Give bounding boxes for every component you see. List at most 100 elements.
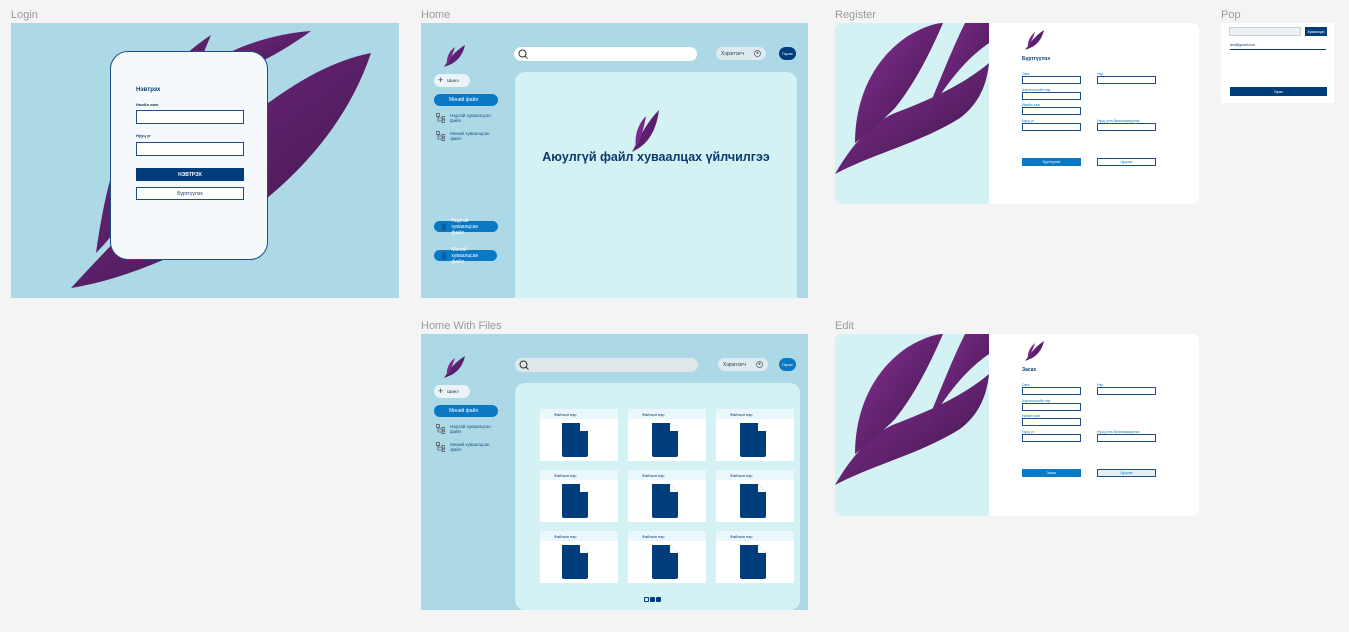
user-button[interactable]: Хэрэглэгч <box>718 358 768 371</box>
login-button[interactable]: НЭВТРЭХ <box>136 168 244 181</box>
logout-button[interactable]: Гарах <box>779 47 796 60</box>
password-input[interactable] <box>1022 123 1081 131</box>
submit-button[interactable]: Засах <box>1022 469 1081 477</box>
new-button[interactable]: + Шинэ <box>434 385 470 398</box>
confirm-password-input[interactable] <box>1097 434 1156 442</box>
sidebar-item-my-shared[interactable]: Миний хуваалцсан файл <box>436 131 498 142</box>
file-card[interactable]: Файлын нэр <box>716 470 794 522</box>
file-name: Файлын нэр <box>540 409 618 419</box>
sidebar-item-label: Миний хуваалцсан файл <box>450 131 490 142</box>
document-icon <box>562 545 588 579</box>
document-icon <box>652 423 678 457</box>
file-card[interactable]: Файлын нэр <box>540 409 618 461</box>
document-icon <box>652 545 678 579</box>
logo-icon <box>1025 341 1044 361</box>
document-icon <box>740 423 766 457</box>
tree-icon <box>436 131 446 141</box>
sidebar-item-my-shared[interactable]: Миний хуваалцсан файл <box>436 442 498 453</box>
register-button[interactable]: Бүртгүүлэх <box>136 187 244 200</box>
sidebar-item-shared-with-me[interactable]: Надтай хуваалцсан файл <box>436 113 498 124</box>
new-button-label: Шинэ <box>447 389 459 394</box>
file-card[interactable]: Файлын нэр <box>716 531 794 583</box>
sidebar-item-shared-with-me[interactable]: Надтай хуваалцсан файл <box>436 424 498 435</box>
file-grid: Файлын нэр Файлын нэр Файлын нэр Файлын … <box>515 383 800 610</box>
plus-icon: + <box>438 75 444 85</box>
sidebar-bottom-shared-with-me[interactable]: Надтай хуваалцсан файл <box>434 218 498 236</box>
sidebar-item-label: Миний файл <box>449 408 479 414</box>
new-button-label: Шинэ <box>447 78 459 83</box>
pagination <box>644 597 661 602</box>
submit-button[interactable]: Бүртгүүлэх <box>1022 158 1081 166</box>
file-card[interactable]: Файлын нэр <box>540 470 618 522</box>
file-name: Файлын нэр <box>628 470 706 480</box>
file-name: Файлын нэр <box>628 531 706 541</box>
sidebar-item-my-files[interactable]: Миний файл <box>434 94 498 106</box>
username-label: Имэйл хаяг <box>136 102 159 107</box>
user-button[interactable]: Хэрэглэгч <box>716 47 766 60</box>
main-content: Аюулгүй файл хуваалцах үйлчилгээ <box>515 72 797 298</box>
file-card[interactable]: Файлын нэр <box>716 409 794 461</box>
lastname-input[interactable] <box>1022 76 1081 84</box>
feather-panel <box>835 23 989 204</box>
password-label: Нууц үг <box>136 133 151 138</box>
feather-background-icon <box>835 334 989 485</box>
login-frame: Нэвтрэх Имэйл хаяг Нууц үг НЭВТРЭХ Бүртг… <box>11 23 399 298</box>
divider <box>1230 49 1326 50</box>
username-input[interactable] <box>1022 92 1081 100</box>
email-input[interactable] <box>1022 418 1081 426</box>
file-card[interactable]: Файлын нэр <box>540 531 618 583</box>
username-input[interactable] <box>136 110 244 124</box>
file-card[interactable]: Файлын нэр <box>628 470 706 522</box>
file-name: Файлын нэр <box>716 531 794 541</box>
page-dot[interactable] <box>644 597 649 602</box>
sidebar-bottom-my-shared[interactable]: Миний хуваалцсан файл <box>434 247 497 265</box>
user-button-label: Хэрэглэгч <box>723 361 746 368</box>
share-button[interactable]: Хуваалцах <box>1305 27 1327 36</box>
confirm-password-input[interactable] <box>1097 123 1156 131</box>
headline: Аюулгүй файл хуваалцах үйлчилгээ <box>542 150 770 164</box>
page-dot[interactable] <box>656 597 661 602</box>
search-input[interactable] <box>514 47 697 61</box>
document-icon <box>740 484 766 518</box>
new-button[interactable]: + Шинэ <box>434 74 470 87</box>
file-name: Файлын нэр <box>628 409 706 419</box>
home-frame: Хэрэглэгч Гарах + Шинэ Миний файл Надтай… <box>421 23 808 298</box>
register-title: Бүртгүүлэх <box>1022 56 1051 62</box>
home-files-frame: Хэрэглэгч Гарах + Шинэ Миний файл Надтай… <box>421 334 808 610</box>
tree-icon <box>441 223 447 230</box>
document-icon <box>562 423 588 457</box>
frame-label-pop: Pop <box>1221 9 1241 21</box>
sidebar-item-label: Надтай хуваалцсан файл <box>449 424 491 435</box>
cancel-button[interactable]: Цуцлах <box>1097 158 1156 166</box>
tree-icon <box>436 442 446 452</box>
sidebar-item-label: Надтай хуваалцсан файл <box>451 217 479 236</box>
file-name: Файлын нэр <box>716 409 794 419</box>
shared-email: test@gmail.com <box>1230 43 1256 47</box>
edit-frame: Засах Овог Нэр Хэрэглэгчийн нэр Имэйл ха… <box>835 334 1199 516</box>
password-input[interactable] <box>1022 434 1081 442</box>
logout-button[interactable]: Гарах <box>779 358 796 371</box>
frame-label-login: Login <box>11 9 38 21</box>
username-input[interactable] <box>1022 403 1081 411</box>
lastname-input[interactable] <box>1022 387 1081 395</box>
page-dot[interactable] <box>650 597 655 602</box>
close-button[interactable]: Гарах <box>1230 87 1327 96</box>
firstname-input[interactable] <box>1097 76 1156 84</box>
register-frame: Бүртгүүлэх Овог Нэр Хэрэглэгчийн нэр Имэ… <box>835 23 1199 204</box>
frame-label-edit: Edit <box>835 320 854 332</box>
email-input[interactable] <box>1022 107 1081 115</box>
document-icon <box>740 545 766 579</box>
tree-icon <box>436 424 445 434</box>
firstname-input[interactable] <box>1097 387 1156 395</box>
search-icon <box>518 49 528 59</box>
login-title: Нэвтрэх <box>136 87 161 93</box>
share-email-input[interactable] <box>1229 27 1301 36</box>
file-name: Файлын нэр <box>540 531 618 541</box>
file-card[interactable]: Файлын нэр <box>628 531 706 583</box>
password-input[interactable] <box>136 142 244 156</box>
document-icon <box>562 484 588 518</box>
file-card[interactable]: Файлын нэр <box>628 409 706 461</box>
sidebar-item-my-files[interactable]: Миний файл <box>434 405 498 417</box>
search-input[interactable] <box>515 358 698 372</box>
cancel-button[interactable]: Цуцлах <box>1097 469 1156 477</box>
